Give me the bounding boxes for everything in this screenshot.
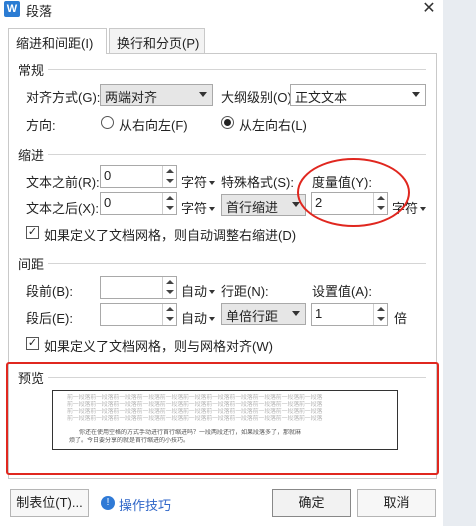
auto-adjust-label[interactable]: 如果定义了文档网格，则自动调整右缩进(D) [44, 225, 296, 244]
special-format-label: 特殊格式(S): [221, 175, 294, 190]
indent-heading: 缩进 [18, 148, 45, 163]
set-value-unit: 倍 [394, 311, 408, 326]
set-value-spinner[interactable]: 1 [311, 303, 388, 326]
after-text-label: 文本之后(X): [26, 201, 99, 216]
spin-down-icon[interactable] [166, 206, 174, 210]
space-after-spinner[interactable] [100, 303, 177, 326]
chevron-down-icon [420, 207, 427, 211]
set-value-label: 设置值(A): [312, 284, 372, 299]
general-heading: 常规 [18, 63, 45, 78]
space-after-label: 段后(E): [26, 311, 73, 326]
special-format-value: 首行缩进 [226, 200, 279, 215]
word-app-icon: W [4, 1, 20, 17]
special-format-select[interactable]: 首行缩进 [221, 194, 306, 216]
chevron-down-icon [209, 317, 216, 321]
preview-highlight-annotation [6, 362, 439, 475]
chevron-down-icon [292, 311, 300, 316]
radio-ltr[interactable] [221, 116, 234, 129]
tips-link[interactable]: 操作技巧 [119, 495, 171, 514]
auto-adjust-checkbox[interactable]: ✓ [26, 226, 39, 239]
spin-down-icon[interactable] [166, 290, 174, 294]
chevron-down-icon [209, 181, 216, 185]
outline-level-label: 大纲级别(O): [221, 90, 296, 105]
tab-indent-spacing[interactable]: 缩进和间距(I) [8, 28, 107, 54]
alignment-value: 两端对齐 [105, 90, 158, 105]
background-strip [443, 0, 476, 526]
spacing-heading: 间距 [18, 257, 45, 272]
spin-up-icon[interactable] [377, 307, 385, 311]
outline-level-select[interactable]: 正文文本 [290, 84, 426, 106]
radio-rtl-label[interactable]: 从右向左(F) [119, 115, 188, 134]
before-text-unit[interactable]: 字符 [181, 172, 216, 191]
radio-rtl[interactable] [101, 116, 114, 129]
close-icon[interactable]: ✕ [421, 0, 437, 17]
spin-down-icon[interactable] [377, 317, 385, 321]
before-text-value: 0 [104, 168, 112, 183]
space-before-unit[interactable]: 自动 [181, 281, 216, 300]
after-text-unit[interactable]: 字符 [181, 198, 216, 217]
tabs-button[interactable]: 制表位(T)... [10, 489, 89, 517]
line-spacing-select[interactable]: 单倍行距 [221, 303, 306, 325]
tab-line-page-break[interactable]: 换行和分页(P) [109, 28, 205, 53]
alignment-label: 对齐方式(G): [26, 90, 101, 105]
after-text-spinner[interactable]: 0 [100, 192, 177, 215]
radio-ltr-label[interactable]: 从左向右(L) [239, 115, 307, 134]
spin-down-icon[interactable] [166, 317, 174, 321]
after-text-value: 0 [104, 195, 112, 210]
title-bar [0, 0, 476, 22]
measure-highlight-annotation [297, 158, 410, 227]
space-after-unit[interactable]: 自动 [181, 308, 216, 327]
chevron-down-icon [209, 207, 216, 211]
space-before-label: 段前(B): [26, 284, 73, 299]
line-spacing-value: 单倍行距 [226, 309, 279, 324]
spin-up-icon[interactable] [166, 196, 174, 200]
space-before-spinner[interactable] [100, 276, 177, 299]
spin-up-icon[interactable] [166, 169, 174, 173]
spin-down-icon[interactable] [166, 179, 174, 183]
alignment-select[interactable]: 两端对齐 [100, 84, 213, 106]
chevron-down-icon [209, 290, 216, 294]
chevron-down-icon [199, 92, 207, 97]
cancel-button[interactable]: 取消 [357, 489, 436, 517]
set-value-value: 1 [315, 306, 323, 321]
lightbulb-icon[interactable]: ! [101, 496, 115, 510]
spin-up-icon[interactable] [166, 307, 174, 311]
ok-button[interactable]: 确定 [272, 489, 351, 517]
general-divider [48, 69, 426, 70]
spin-up-icon[interactable] [166, 280, 174, 284]
dialog-title: 段落 [26, 4, 53, 19]
before-text-label: 文本之前(R): [26, 175, 100, 190]
spacing-divider [48, 263, 426, 264]
snap-grid-checkbox[interactable]: ✓ [26, 337, 39, 350]
direction-label: 方向: [26, 118, 56, 133]
chevron-down-icon [412, 92, 420, 97]
before-text-spinner[interactable]: 0 [100, 165, 177, 188]
snap-grid-label[interactable]: 如果定义了文档网格，则与网格对齐(W) [44, 336, 273, 355]
indent-divider [48, 154, 426, 155]
line-spacing-label: 行距(N): [221, 284, 269, 299]
outline-level-value: 正文文本 [295, 90, 348, 105]
